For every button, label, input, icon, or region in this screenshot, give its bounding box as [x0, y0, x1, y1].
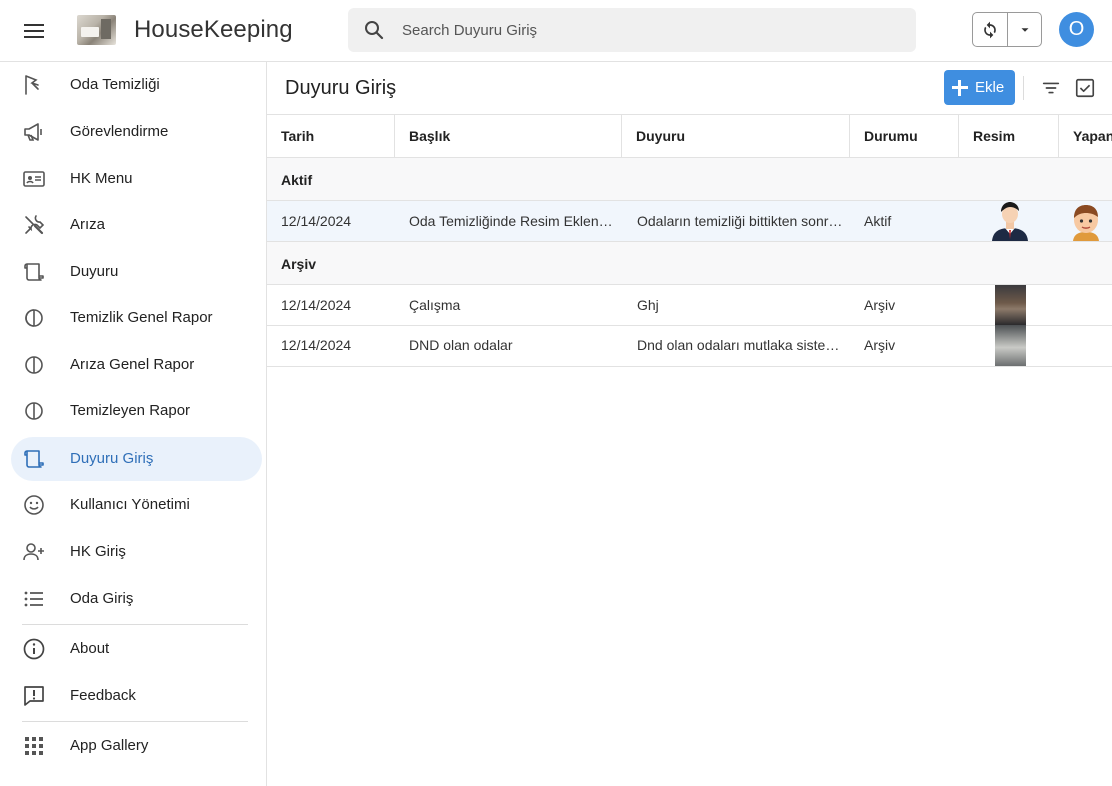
- table-header: Tarih Başlık Duyuru Durumu Resim Yapan: [267, 114, 1112, 158]
- user-avatar[interactable]: O: [1059, 12, 1094, 47]
- sync-icon: [984, 21, 996, 38]
- sidebar-item-hk-menu[interactable]: HK Menu: [11, 157, 262, 201]
- sync-dropdown-button[interactable]: [1008, 13, 1041, 46]
- sidebar-item-kullanici-yonetimi[interactable]: Kullanıcı Yönetimi: [11, 483, 262, 527]
- id-card-icon: [23, 171, 45, 187]
- list-icon: [24, 591, 43, 607]
- sidebar-item-ariza-genel-rapor[interactable]: Arıza Genel Rapor: [11, 343, 262, 387]
- cell-tarih: 12/14/2024: [281, 337, 352, 353]
- sidebar-item-duyuru[interactable]: Duyuru: [11, 250, 262, 294]
- sidebar-item-about[interactable]: About: [11, 627, 262, 671]
- column-header-durumu[interactable]: Durumu: [850, 115, 959, 158]
- sidebar-divider: [22, 624, 248, 625]
- boy-avatar: [1073, 205, 1099, 241]
- cell-duyuru: Ghj: [637, 297, 659, 313]
- sidebar-divider: [22, 721, 248, 722]
- sidebar-item-oda-temizligi[interactable]: Oda Temizliği: [11, 63, 262, 107]
- column-header-baslik[interactable]: Başlık: [395, 115, 622, 158]
- add-button[interactable]: Ekle: [944, 70, 1015, 105]
- chevron-down-icon: [1021, 27, 1028, 32]
- search-input[interactable]: [402, 8, 902, 52]
- cell-tarih: 12/14/2024: [281, 297, 352, 313]
- cell-duyuru: Dnd olan odaları mutlaka sisteme girin: [637, 337, 846, 353]
- column-header-duyuru[interactable]: Duyuru: [622, 115, 850, 158]
- room-photo: [995, 325, 1026, 366]
- room-photo: [995, 285, 1026, 325]
- half-circle-icon: [25, 356, 43, 374]
- cell-baslik: Çalışma: [409, 297, 461, 313]
- sidebar: Oda Temizliği Görevlendirme HK Menu Arız…: [0, 62, 267, 786]
- sidebar-item-oda-giris[interactable]: Oda Giriş: [11, 577, 262, 621]
- sidebar-item-app-gallery[interactable]: App Gallery: [11, 724, 262, 768]
- select-checkbox-icon[interactable]: [1074, 77, 1096, 99]
- page-title: Duyuru Giriş: [285, 77, 397, 99]
- cell-duyuru: Odaların temizliği bittikten sonra resim…: [637, 213, 846, 229]
- cell-durumu: Aktif: [864, 213, 892, 229]
- cell-durumu: Arşiv: [864, 297, 896, 313]
- half-circle-icon: [25, 309, 43, 327]
- smiley-icon: [24, 495, 44, 515]
- scroll-icon: [24, 263, 44, 281]
- grid-icon: [25, 737, 43, 755]
- table-row[interactable]: 12/14/2024 Oda Temizliğinde Resim Eklenm…: [267, 201, 1112, 242]
- sidebar-item-gorevlendirme[interactable]: Görevlendirme: [11, 110, 262, 154]
- plus-icon: [952, 79, 968, 96]
- sidebar-item-temizlik-genel-rapor[interactable]: Temizlik Genel Rapor: [11, 296, 262, 340]
- sidebar-item-temizleyen-rapor[interactable]: Temizleyen Rapor: [11, 389, 262, 433]
- group-header-aktif[interactable]: Aktif: [267, 158, 1112, 201]
- cell-baslik: DND olan odalar: [409, 337, 513, 353]
- sync-button[interactable]: [973, 13, 1007, 46]
- sidebar-item-duyuru-giris[interactable]: Duyuru Giriş: [11, 437, 262, 481]
- sidebar-item-feedback[interactable]: Feedback: [11, 674, 262, 718]
- filter-icon[interactable]: [1040, 77, 1062, 99]
- tools-icon: [25, 215, 45, 235]
- sidebar-item-hk-giris[interactable]: HK Giriş: [11, 530, 262, 574]
- scroll-icon: [24, 450, 44, 468]
- cell-durumu: Arşiv: [864, 337, 896, 353]
- cell-tarih: 12/14/2024: [281, 213, 352, 229]
- person-add-icon: [23, 543, 44, 561]
- cell-baslik: Oda Temizliğinde Resim Eklenmesi: [409, 213, 617, 229]
- feedback-icon: [24, 686, 44, 706]
- app-title: HouseKeeping: [134, 16, 293, 43]
- table-row[interactable]: 12/14/2024 Çalışma Ghj Arşiv: [267, 285, 1112, 326]
- megaphone-icon: [24, 123, 42, 141]
- column-header-resim[interactable]: Resim: [959, 115, 1059, 158]
- businessman-avatar: [992, 202, 1028, 241]
- table-row[interactable]: 12/14/2024 DND olan odalar Dnd olan odal…: [267, 325, 1112, 367]
- column-header-tarih[interactable]: Tarih: [267, 115, 395, 158]
- sync-split-button: [972, 12, 1042, 47]
- app-logo: [77, 15, 116, 45]
- search-bar: [348, 8, 916, 52]
- sidebar-item-ariza[interactable]: Arıza: [11, 203, 262, 247]
- group-header-arsiv[interactable]: Arşiv: [267, 242, 1112, 285]
- half-circle-icon: [25, 402, 43, 420]
- info-icon: [23, 638, 45, 660]
- menu-icon[interactable]: [22, 19, 46, 43]
- search-icon[interactable]: [362, 18, 386, 42]
- toolbar-divider: [1023, 76, 1024, 100]
- brush-icon: [25, 75, 39, 95]
- column-header-yapan[interactable]: Yapan: [1059, 115, 1112, 158]
- top-app-bar: HouseKeeping O: [0, 0, 1112, 62]
